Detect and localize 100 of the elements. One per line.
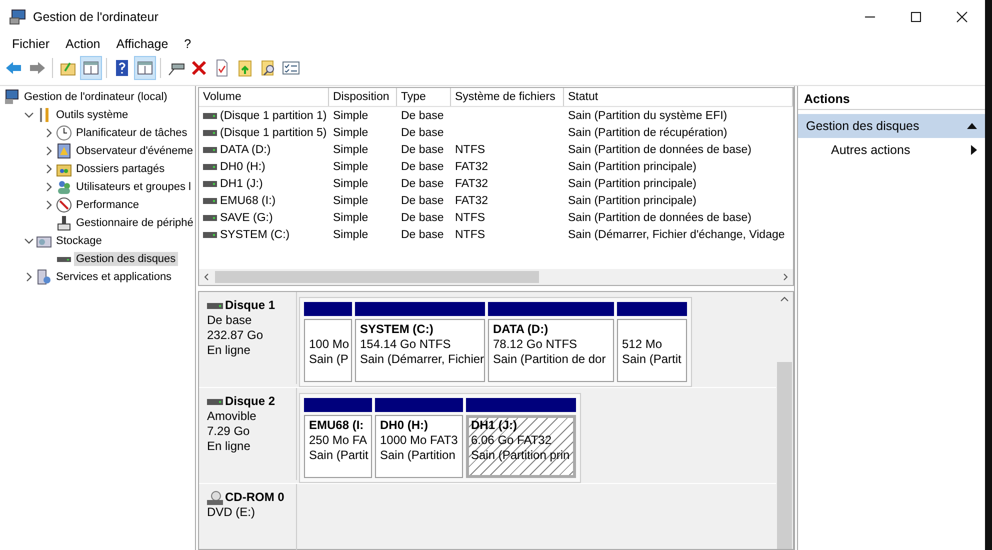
table-cell: (Disque 1 partition 1)	[220, 110, 327, 122]
tree-item[interactable]: Utilisateurs et groupes l	[74, 180, 193, 194]
tree-item[interactable]: Stockage	[54, 234, 104, 248]
table-cell: Simple	[333, 178, 368, 190]
table-cell: NTFS	[455, 228, 486, 240]
partition-detail: 78.12 Go NTFS	[493, 337, 578, 352]
tree-item[interactable]: Outils système	[54, 108, 130, 122]
action-link[interactable]: Autres actions	[831, 143, 910, 157]
drive-icon	[203, 164, 217, 170]
disk-info-panel[interactable]: Disque 2 Amovible 7.29 Go En ligne	[199, 388, 297, 480]
column-header[interactable]: Disposition	[329, 88, 397, 106]
disk-name: Disque 1	[225, 298, 276, 313]
menu-item[interactable]: Action	[58, 37, 108, 51]
caret-right-icon	[971, 145, 977, 155]
partition-detail: 512 Mo	[622, 337, 664, 352]
disk-detail: 232.87 Go	[207, 328, 264, 343]
menu-item[interactable]: Fichier	[4, 37, 58, 51]
table-cell: SAVE (G:)	[220, 212, 273, 224]
table-cell: FAT32	[455, 194, 488, 206]
disk-name: CD-ROM 0	[225, 490, 284, 505]
chevron-right-icon[interactable]	[24, 272, 34, 282]
disk-detail: En ligne	[207, 439, 252, 454]
horizontal-scrollbar[interactable]	[199, 269, 793, 285]
chevron-right-icon[interactable]	[44, 182, 54, 192]
partition-title: SYSTEM (C:)	[360, 322, 434, 337]
drive-icon	[203, 180, 217, 186]
table-cell: SYSTEM (C:)	[220, 228, 290, 240]
partition-detail: 6.06 Go FAT32	[471, 433, 552, 448]
section-title: Gestion des disques	[806, 119, 920, 133]
column-header[interactable]: Volume	[199, 88, 329, 106]
disk-name: Disque 2	[225, 394, 276, 409]
disk-info-panel[interactable]: Disque 1 De base 232.87 Go En ligne	[199, 292, 297, 384]
table-cell: Simple	[333, 212, 368, 224]
table-cell: (Disque 1 partition 5)	[220, 126, 327, 138]
drive-icon	[203, 214, 217, 220]
table-cell: De base	[401, 144, 444, 156]
table-cell: Simple	[333, 160, 368, 172]
table-cell: Simple	[333, 144, 368, 156]
partition-detail: 100 Mo	[309, 337, 347, 352]
tree-item[interactable]: Performance	[74, 198, 141, 212]
menu-item[interactable]: ?	[176, 37, 200, 51]
drive-icon	[203, 198, 217, 204]
table-cell: FAT32	[455, 178, 488, 190]
computer-icon	[4, 89, 20, 105]
partition-detail: Sain (Partit	[309, 448, 367, 463]
table-cell: Sain (Démarrer, Fichier d'échange, Vidage	[568, 228, 785, 240]
drive-icon	[203, 232, 217, 238]
chevron-right-icon[interactable]	[44, 164, 54, 174]
users-icon	[56, 179, 72, 195]
table-cell: De base	[401, 194, 444, 206]
actions-header: Actions	[798, 86, 985, 110]
tree-item[interactable]: Observateur d'événeme	[74, 144, 195, 158]
table-cell: Sain (Partition principale)	[568, 194, 696, 206]
table-cell: De base	[401, 110, 444, 122]
partition-detail: 154.14 Go NTFS	[360, 337, 452, 352]
partition-title: EMU68 (I:	[309, 418, 365, 433]
table-cell: Sain (Partition du système EFI)	[568, 110, 728, 122]
tree-pane-icon[interactable]	[81, 57, 101, 79]
table-cell: FAT32	[455, 160, 488, 172]
actions-section[interactable]: Gestion des disques	[798, 114, 985, 138]
menu-item[interactable]: Affichage	[108, 37, 176, 51]
clock-icon	[56, 125, 72, 141]
column-header[interactable]: Type	[397, 88, 451, 106]
column-header[interactable]: Système de fichiers	[451, 88, 564, 106]
chevron-right-icon[interactable]	[44, 200, 54, 210]
tree-item[interactable]: Gestion des disques	[74, 252, 178, 266]
tree-item[interactable]: Services et applications	[54, 270, 174, 284]
disk-detail: En ligne	[207, 343, 252, 358]
chevron-right-icon[interactable]	[44, 128, 54, 138]
tree-item[interactable]: Gestion de l'ordinateur (local)	[22, 90, 170, 104]
chevron-right-icon[interactable]	[44, 146, 54, 156]
disk-detail: 7.29 Go	[207, 424, 251, 439]
partition-detail: Sain (P	[309, 352, 347, 367]
disk-info-panel[interactable]: CD-ROM 0 DVD (E:)	[199, 484, 297, 550]
tree-item[interactable]: Dossiers partagés	[74, 162, 167, 176]
log-icon	[56, 143, 72, 159]
table-cell: Sain (Partition de données de base)	[568, 144, 752, 156]
table-cell: Sain (Partition de données de base)	[568, 212, 752, 224]
action-pane-icon[interactable]	[135, 57, 155, 79]
tree-item[interactable]: Planificateur de tâches	[74, 126, 190, 140]
table-cell: De base	[401, 178, 444, 190]
table-cell: De base	[401, 228, 444, 240]
partition-title: DATA (D:)	[493, 322, 550, 337]
table-cell: Sain (Partition principale)	[568, 178, 696, 190]
disk-detail: Amovible	[207, 409, 258, 424]
table-cell: NTFS	[455, 144, 486, 156]
partition-title: DH1 (J:)	[471, 418, 518, 433]
drive-icon	[203, 112, 217, 118]
partition-detail: 1000 Mo FAT3	[380, 433, 458, 448]
table-cell: Simple	[333, 228, 368, 240]
window-title: Gestion de l'ordinateur	[33, 10, 158, 24]
table-cell: Sain (Partition de récupération)	[568, 126, 728, 138]
partition-detail: Sain (Partit	[622, 352, 682, 367]
drive-icon	[203, 146, 217, 152]
tree-item[interactable]: Gestionnaire de périphé	[74, 216, 195, 230]
chevron-down-icon[interactable]	[24, 110, 34, 120]
partition-title: DH0 (H:)	[380, 418, 429, 433]
chevron-down-icon[interactable]	[24, 236, 34, 246]
partition-detail: Sain (Partition de dor	[493, 352, 607, 367]
column-header[interactable]: Statut	[564, 88, 793, 106]
